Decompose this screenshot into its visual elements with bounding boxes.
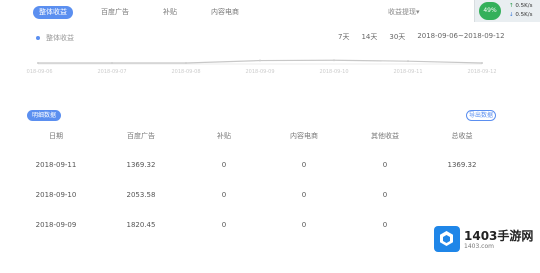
revenue-tabs: 整体收益 百度广告 补贴 内容电商 [33,5,267,20]
x-axis-tick-label: 2018-09-08 [171,69,200,75]
x-axis-tick-label: 2018-09-07 [97,69,126,75]
cell-baidu-ads: 1369.32 [126,161,156,169]
cell-total-revenue: 1369.32 [447,161,477,169]
tab-baidu-ads[interactable]: 百度广告 [95,6,135,19]
arrow-down-icon: ↓ [509,12,514,18]
cell-subsidy: 0 [221,221,227,229]
data-point[interactable] [407,60,409,63]
header-total-revenue: 总收益 [451,132,473,140]
header-content-ecommerce: 内容电商 [290,132,318,140]
data-point[interactable] [481,62,483,64]
x-axis-tick-label: 2018-09-06 [26,69,53,75]
x-axis-tick-label: 2018-09-11 [393,69,422,75]
cell-baidu-ads: 1820.45 [126,221,156,229]
x-axis-tick-label: 2018-09-12 [467,69,496,75]
data-point[interactable] [259,59,261,62]
table-row: 2018-09-11 1369.32 0 0 0 1369.32 [22,153,502,183]
table-row: 2018-09-10 2053.58 0 0 0 [22,183,502,213]
header-subsidy: 补贴 [217,132,231,140]
table-header-row: 日期 百度广告 补贴 内容电商 其他收益 总收益 [22,131,502,153]
cell-content-ecommerce: 0 [301,161,307,169]
watermark-title: 1403手游网 [464,228,534,243]
download-speed: ↓ 0.5K/s [509,12,532,18]
revenue-detail-table: 日期 百度广告 补贴 内容电商 其他收益 总收益 2018-09-11 1369… [22,131,502,243]
section-title-detail-data: 明细数据 [27,110,62,121]
cell-content-ecommerce: 0 [301,221,307,229]
cell-date: 2018-09-11 [35,161,77,169]
arrow-up-icon: ↑ [509,3,514,9]
download-speed-value: 0.5K/s [515,12,533,18]
cell-subsidy: 0 [221,161,227,169]
table-row: 2018-09-09 1820.45 0 0 0 [22,213,502,243]
cell-other-revenue: 0 [382,191,388,199]
upload-speed-value: 0.5K/s [515,3,533,9]
cell-other-revenue: 0 [382,161,388,169]
cell-content-ecommerce: 0 [301,191,307,199]
data-point[interactable] [185,62,187,64]
header-date: 日期 [49,132,63,140]
data-point[interactable] [37,62,39,64]
header-baidu-ads: 百度广告 [127,132,155,140]
cell-subsidy: 0 [221,191,227,199]
cube-logo-icon [434,226,460,252]
data-point[interactable] [111,62,113,64]
network-monitor-widget: 49% ↑ 0.5K/s ↓ 0.5K/s [474,0,540,22]
withdraw-dropdown[interactable]: 收益提现▾ [388,7,420,17]
tab-overall-revenue[interactable]: 整体收益 [33,6,73,19]
cell-other-revenue: 0 [382,221,388,229]
x-axis-tick-label: 2018-09-09 [245,69,274,75]
tab-content-ecommerce[interactable]: 内容电商 [205,6,245,19]
cell-baidu-ads: 2053.58 [126,191,156,199]
network-usage-indicator: 49% [479,2,501,20]
tab-subsidy[interactable]: 补贴 [157,6,183,19]
watermark-url: 1403.com [464,242,494,250]
export-data-button[interactable]: 导出数据 [466,110,496,121]
cell-date: 2018-09-09 [35,221,77,229]
cell-date: 2018-09-10 [35,191,77,199]
x-axis-tick-label: 2018-09-10 [319,69,348,75]
revenue-line-chart: 2018-09-06 2018-09-07 2018-09-08 2018-09-09… [26,59,496,75]
upload-speed: ↑ 0.5K/s [509,3,532,9]
data-point[interactable] [333,59,335,62]
header-other-revenue: 其他收益 [371,132,399,140]
watermark-logo: 1403手游网 1403.com [434,222,540,256]
